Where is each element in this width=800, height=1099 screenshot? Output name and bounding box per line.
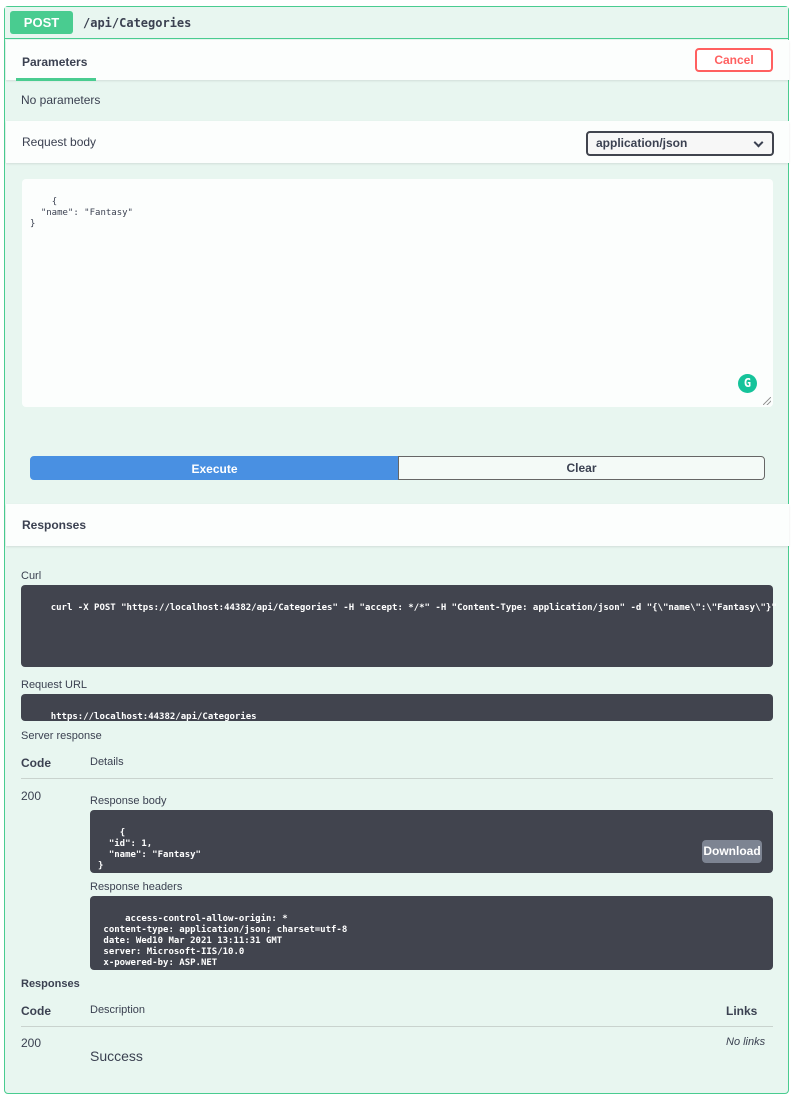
documented-responses-divider <box>21 1026 773 1027</box>
resize-handle-icon[interactable] <box>763 397 771 405</box>
clear-button[interactable]: Clear <box>398 456 765 480</box>
chevron-down-icon <box>753 137 764 148</box>
doc-description-column-header: Description <box>90 1004 146 1016</box>
request-url-value: https://localhost:44382/api/Categories <box>50 712 257 722</box>
parameters-header: Parameters Cancel <box>6 40 789 81</box>
no-parameters-text: No parameters <box>21 93 101 107</box>
response-body-label: Response body <box>90 795 167 807</box>
response-body-output[interactable]: { "id": 1, "name": "Fantasy" } Download <box>90 810 773 873</box>
doc-response-description: Success <box>90 1048 143 1064</box>
responses-title: Responses <box>22 518 87 532</box>
tab-parameters[interactable]: Parameters <box>22 55 87 69</box>
curl-command: curl -X POST "https://localhost:44382/ap… <box>50 603 777 613</box>
server-response-label: Server response <box>21 730 102 742</box>
method-badge: POST <box>10 11 73 34</box>
doc-response-code: 200 <box>21 1036 42 1050</box>
cancel-button[interactable]: Cancel <box>695 48 773 72</box>
download-button[interactable]: Download <box>702 840 762 863</box>
request-body-editor[interactable]: { "name": "Fantasy" } G <box>22 179 773 407</box>
doc-links-column-header: Links <box>726 1004 758 1018</box>
request-body-text: { "name": "Fantasy" } <box>30 197 133 229</box>
operation-block: POST /api/Categories Parameters Cancel N… <box>4 6 789 1094</box>
tab-parameters-underline <box>16 78 96 81</box>
execute-button[interactable]: Execute <box>30 456 399 480</box>
response-body-value: { "id": 1, "name": "Fantasy" } <box>98 828 201 871</box>
response-headers-label: Response headers <box>90 881 183 893</box>
grammarly-icon[interactable]: G <box>738 374 757 393</box>
code-column-header: Code <box>21 756 51 770</box>
curl-label: Curl <box>21 570 42 582</box>
request-body-label: Request body <box>22 135 97 149</box>
server-response-divider <box>21 778 773 779</box>
response-headers-output[interactable]: access-control-allow-origin: * content-t… <box>90 896 773 970</box>
doc-code-column-header: Code <box>21 1004 51 1018</box>
curl-output[interactable]: curl -X POST "https://localhost:44382/ap… <box>21 585 777 667</box>
content-type-value: application/json <box>596 136 688 150</box>
status-code: 200 <box>21 789 42 803</box>
content-type-select[interactable]: application/json <box>586 131 774 156</box>
response-headers-value: access-control-allow-origin: * content-t… <box>103 914 348 968</box>
documented-responses-title: Responses <box>21 978 80 990</box>
request-url-label: Request URL <box>21 679 88 691</box>
doc-response-links: No links <box>726 1036 766 1048</box>
request-url-output[interactable]: https://localhost:44382/api/Categories <box>21 694 773 722</box>
request-body-header: Request body application/json <box>6 121 789 163</box>
endpoint-path: /api/Categories <box>83 16 192 30</box>
responses-header: Responses <box>6 504 789 546</box>
details-column-header: Details <box>90 756 124 768</box>
operation-summary[interactable]: POST /api/Categories <box>5 7 788 39</box>
